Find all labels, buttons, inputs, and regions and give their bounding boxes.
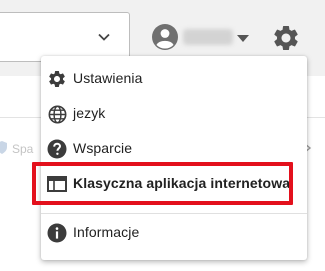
- menu-item-classic-web-app[interactable]: Klasyczna aplikacja internetowa: [41, 166, 307, 200]
- search-box[interactable]: [0, 12, 130, 62]
- avatar-icon[interactable]: [151, 23, 179, 51]
- shield-icon: [0, 141, 7, 154]
- account-name-blurred[interactable]: [183, 29, 233, 45]
- settings-dropdown-menu: Ustawienia jezyk Wsparcie Klasyczna apli…: [41, 56, 307, 260]
- menu-item-settings[interactable]: Ustawienia: [41, 61, 307, 95]
- gear-icon: [46, 68, 68, 90]
- caret-down-icon[interactable]: [234, 30, 252, 46]
- help-circle-icon: [46, 138, 68, 160]
- web-window-icon: [46, 173, 68, 195]
- menu-item-label: Wsparcie: [73, 140, 133, 156]
- menu-item-support[interactable]: Wsparcie: [41, 131, 307, 165]
- background-row-label: Spa: [12, 142, 34, 156]
- menu-item-label: Klasyczna aplikacja internetowa: [73, 175, 291, 191]
- info-circle-icon: [46, 222, 68, 244]
- globe-icon: [46, 103, 68, 125]
- gear-icon[interactable]: [271, 23, 301, 53]
- menu-item-label: Informacje: [73, 224, 140, 240]
- menu-item-language[interactable]: jezyk: [41, 96, 307, 130]
- chevron-down-icon[interactable]: [92, 25, 116, 49]
- menu-item-label: jezyk: [73, 105, 106, 121]
- menu-item-about[interactable]: Informacje: [41, 215, 307, 249]
- menu-item-label: Ustawienia: [73, 70, 143, 86]
- menu-divider: [41, 213, 307, 214]
